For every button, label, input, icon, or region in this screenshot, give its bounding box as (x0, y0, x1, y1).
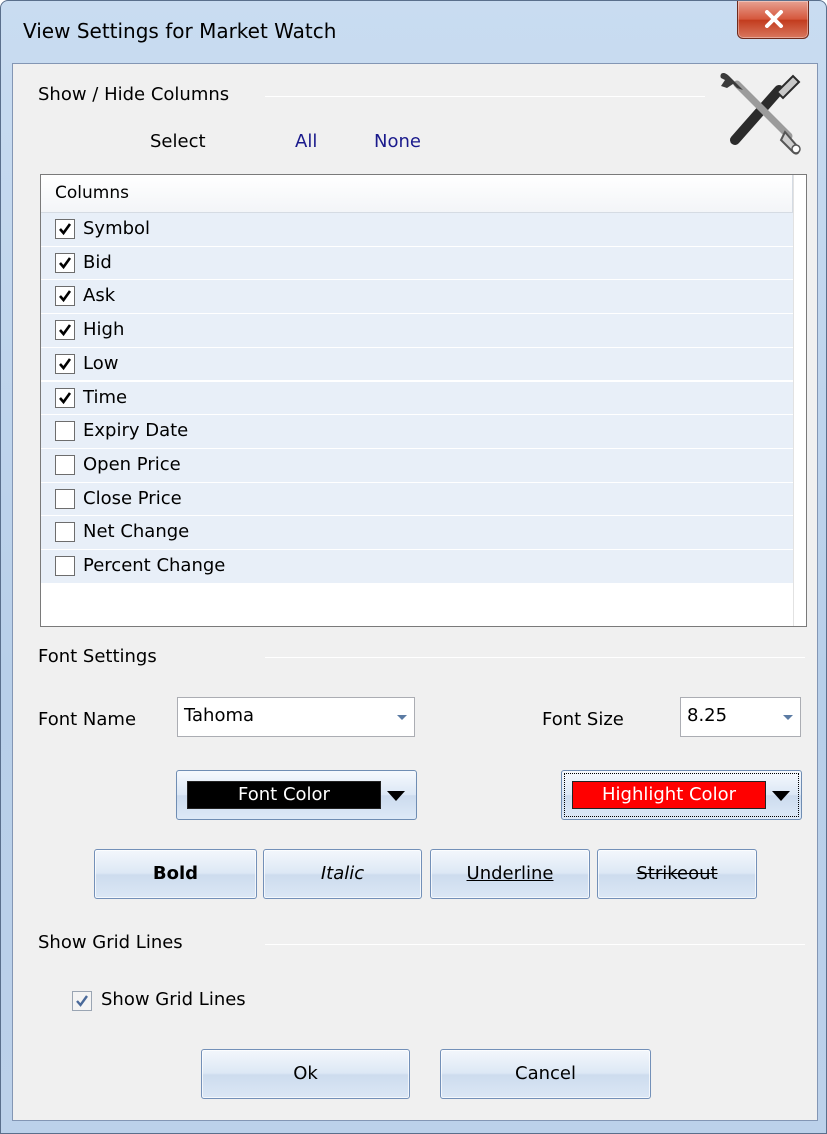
checkmark-icon (59, 324, 72, 337)
font-size-label: Font Size (542, 709, 624, 730)
checkmark-icon (59, 256, 72, 269)
column-row[interactable]: High (41, 314, 793, 348)
checkmark-icon (76, 995, 88, 1007)
checkmark-icon (59, 358, 72, 370)
column-checkbox[interactable] (55, 454, 75, 475)
select-none-link[interactable]: None (374, 131, 421, 152)
cancel-button[interactable]: Cancel (440, 1049, 651, 1099)
highlight-color-label: Highlight Color (602, 784, 736, 805)
column-label[interactable]: Time (83, 387, 127, 408)
column-row[interactable]: Low (41, 347, 793, 382)
column-label[interactable]: Close Price (83, 488, 182, 509)
ok-button[interactable]: Ok (201, 1049, 410, 1099)
font-name-value: Tahoma (184, 705, 255, 726)
title-bar[interactable]: View Settings for Market Watch (1, 1, 826, 61)
column-label[interactable]: Bid (83, 252, 112, 273)
chevron-down-icon[interactable] (774, 698, 800, 736)
column-checkbox[interactable] (55, 252, 75, 273)
show-grid-lines-label[interactable]: Show Grid Lines (101, 989, 246, 1010)
column-checkbox[interactable] (55, 219, 75, 239)
font-name-label: Font Name (38, 709, 137, 730)
columns-list-header[interactable]: Columns (41, 175, 793, 213)
column-label[interactable]: Net Change (83, 521, 189, 542)
columns-section-heading: Show / Hide Columns (38, 84, 230, 105)
font-name-combo[interactable]: Tahoma (177, 697, 415, 737)
font-section-heading: Font Settings (38, 646, 157, 667)
columns-list[interactable]: Columns Symbol Bid Ask High Low Time Expiry Da… (40, 174, 807, 627)
checkmark-icon (59, 290, 72, 303)
font-section-separator (265, 657, 805, 658)
column-checkbox[interactable] (55, 353, 75, 374)
column-row[interactable]: Expiry Date (41, 415, 793, 449)
font-color-label: Font Color (238, 784, 330, 805)
select-label: Select (150, 131, 206, 152)
columns-header-label: Columns (55, 183, 129, 203)
highlight-color-button[interactable]: Highlight Color (561, 770, 802, 820)
list-column-divider (793, 175, 794, 626)
dialog-body: Show / Hide Columns Select All None Colu… (12, 63, 818, 1121)
checkmark-icon (59, 223, 72, 236)
font-color-swatch: Font Color (187, 781, 381, 809)
strikeout-button[interactable]: Strikeout (597, 849, 757, 899)
window-title: View Settings for Market Watch (23, 19, 337, 43)
font-color-button[interactable]: Font Color (176, 770, 417, 820)
bold-button[interactable]: Bold (94, 849, 257, 899)
column-checkbox[interactable] (55, 522, 75, 543)
column-label[interactable]: Symbol (83, 218, 150, 239)
show-grid-lines-checkbox[interactable] (72, 991, 92, 1011)
column-checkbox[interactable] (55, 286, 75, 307)
columns-section-separator (265, 96, 705, 97)
underline-button[interactable]: Underline (430, 849, 590, 899)
column-checkbox[interactable] (55, 320, 75, 341)
column-row[interactable]: Percent Change (41, 550, 793, 584)
font-size-combo[interactable]: 8.25 (680, 697, 801, 737)
column-checkbox[interactable] (55, 488, 75, 509)
column-label[interactable]: Open Price (83, 454, 181, 475)
column-checkbox[interactable] (55, 387, 75, 408)
column-row[interactable]: Close Price (41, 482, 793, 517)
column-label[interactable]: High (83, 319, 124, 340)
close-button[interactable] (737, 1, 809, 39)
column-label[interactable]: Percent Change (83, 555, 225, 576)
grid-section-separator (265, 944, 805, 945)
column-checkbox[interactable] (55, 556, 75, 576)
column-row[interactable]: Net Change (41, 516, 793, 550)
dropdown-arrow-icon (387, 791, 405, 801)
column-row[interactable]: Open Price (41, 448, 793, 483)
column-checkbox[interactable] (55, 421, 75, 442)
close-icon (765, 10, 783, 28)
select-all-link[interactable]: All (295, 131, 317, 152)
column-row[interactable]: Ask (41, 280, 793, 315)
italic-button[interactable]: Italic (263, 849, 422, 899)
column-row[interactable]: Bid (41, 246, 793, 281)
highlight-color-swatch: Highlight Color (572, 781, 766, 809)
dialog-window: View Settings for Market Watch Show / Hi… (0, 0, 827, 1134)
column-label[interactable]: Low (83, 353, 118, 374)
column-row[interactable]: Time (41, 381, 793, 416)
tools-icon (720, 72, 801, 155)
chevron-down-icon[interactable] (388, 698, 414, 736)
column-label[interactable]: Ask (83, 285, 115, 306)
font-size-value: 8.25 (687, 705, 728, 726)
grid-section-heading: Show Grid Lines (38, 932, 183, 953)
column-label[interactable]: Expiry Date (83, 420, 188, 441)
column-row[interactable]: Symbol (41, 213, 793, 247)
checkmark-icon (59, 391, 72, 404)
dropdown-arrow-icon (772, 791, 790, 801)
